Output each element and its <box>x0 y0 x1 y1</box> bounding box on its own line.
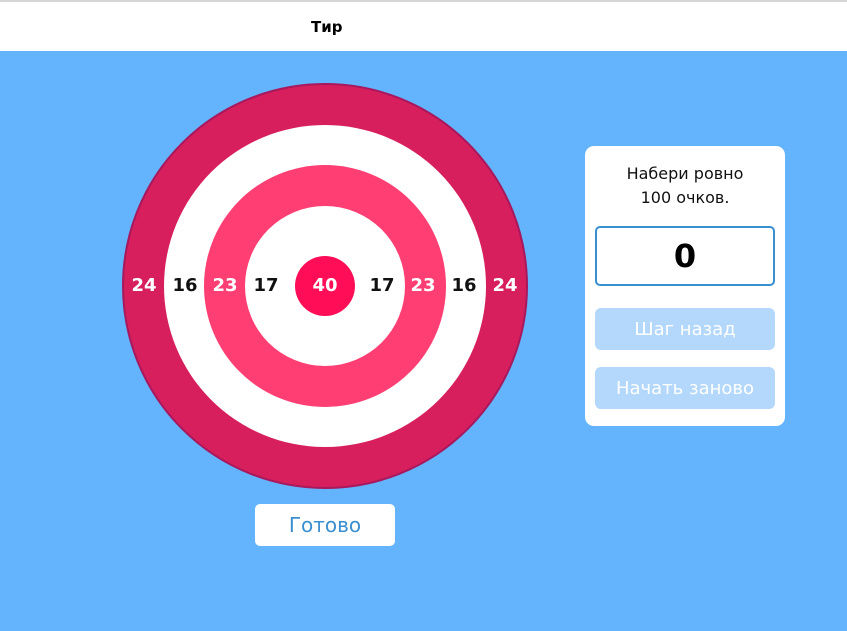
restart-button[interactable]: Начать заново <box>595 367 775 409</box>
ring-label-white-outer-right: 16 <box>451 275 477 296</box>
ring-label-pink-right: 23 <box>410 275 436 296</box>
step-back-button[interactable]: Шаг назад <box>595 308 775 350</box>
ring-label-bullseye: 40 <box>312 275 338 296</box>
header-bar: Тир <box>0 2 847 51</box>
page-title: Тир <box>311 18 343 36</box>
ring-label-white-inner-right: 17 <box>369 275 395 296</box>
done-button[interactable]: Готово <box>255 504 395 546</box>
ring-label-white-inner-left: 17 <box>253 275 279 296</box>
score-panel: Набери ровно 100 очков. 0 Шаг назад Нача… <box>585 146 785 426</box>
instruction-text: Набери ровно 100 очков. <box>585 162 785 210</box>
score-display: 0 <box>595 226 775 286</box>
target: 24 16 23 17 40 17 23 16 24 <box>122 83 528 489</box>
ring-label-outer-left: 24 <box>131 275 157 296</box>
instruction-line-1: Набери ровно <box>626 164 744 183</box>
ring-label-pink-left: 23 <box>212 275 238 296</box>
ring-label-white-outer-left: 16 <box>172 275 198 296</box>
instruction-line-2: 100 очков. <box>640 188 730 207</box>
ring-label-outer-right: 24 <box>492 275 518 296</box>
